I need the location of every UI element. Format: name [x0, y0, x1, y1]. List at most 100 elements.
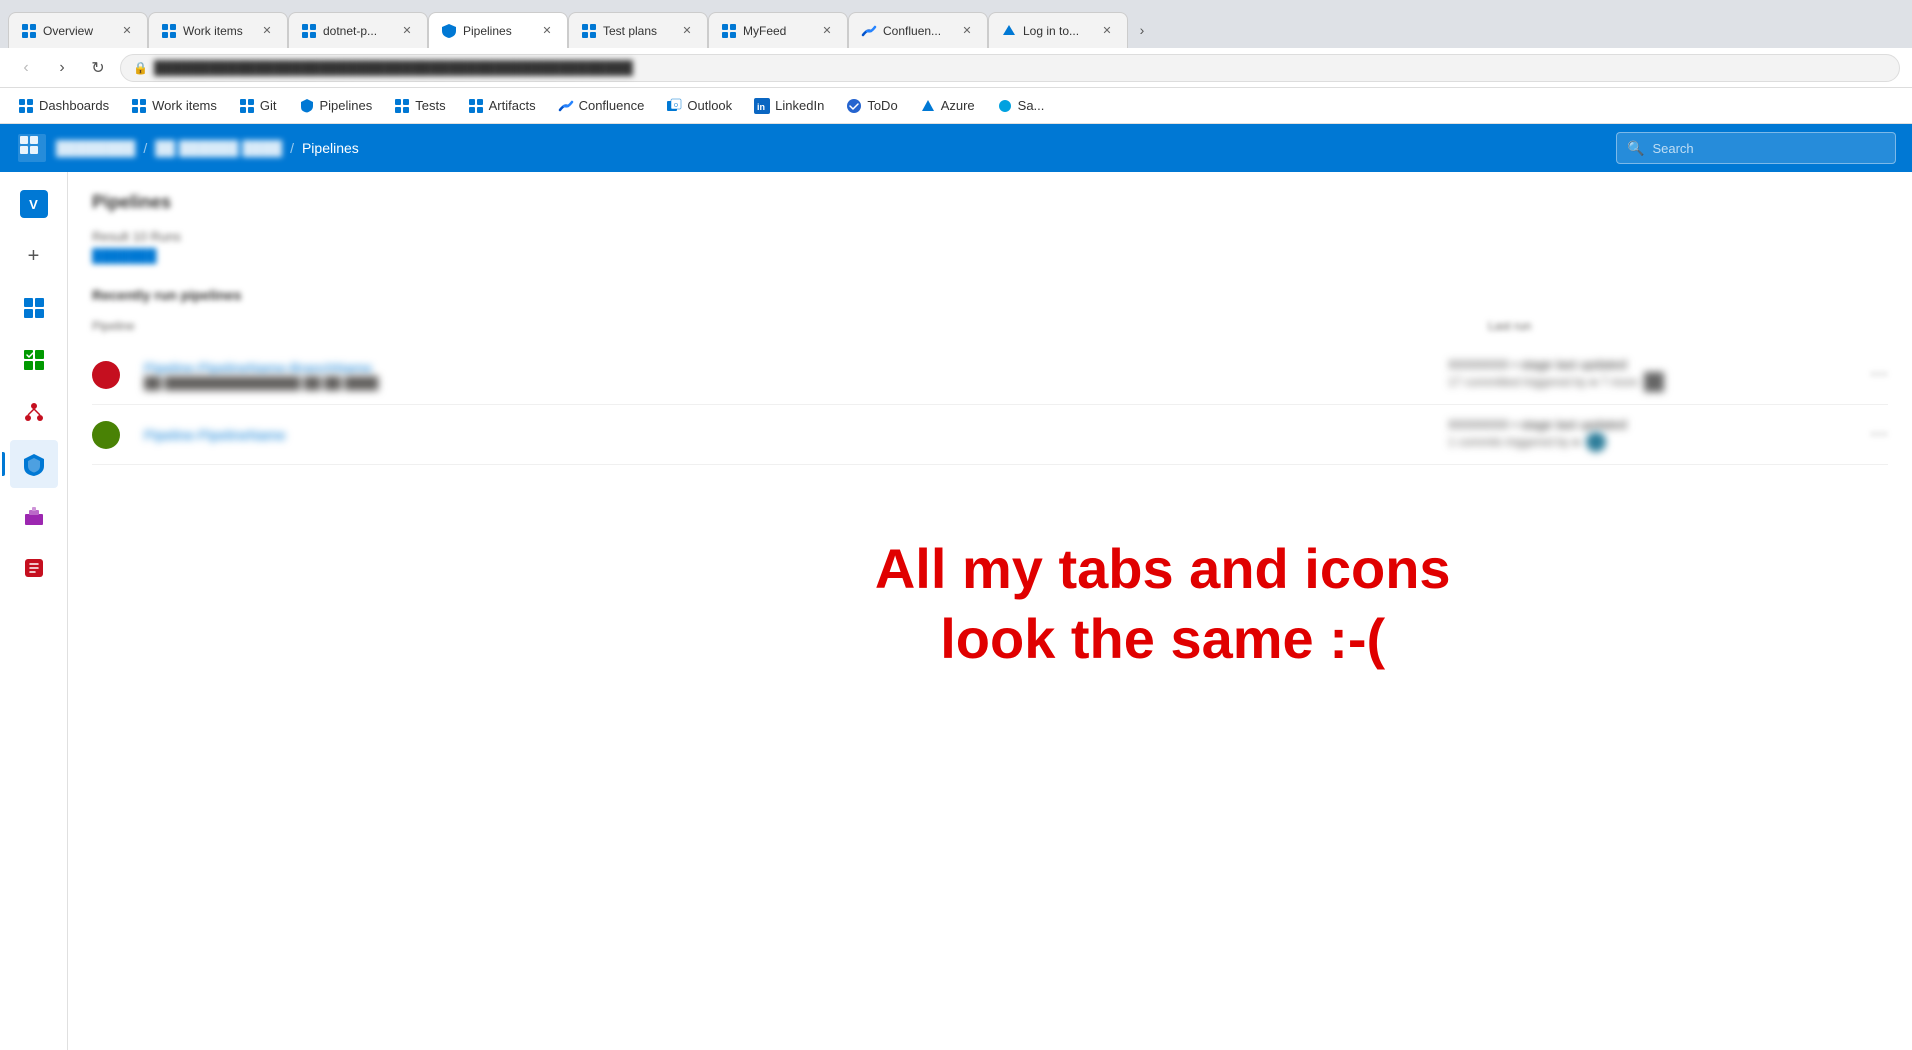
- bookmark-pipelines[interactable]: Pipelines: [289, 94, 383, 118]
- tab-pipelines-close[interactable]: ✕: [539, 23, 555, 39]
- reload-button[interactable]: ↻: [84, 54, 112, 82]
- tab-loginto-label: Log in to...: [1023, 24, 1093, 38]
- tab-myfeed-close[interactable]: ✕: [819, 23, 835, 39]
- lock-icon: 🔒: [133, 61, 148, 75]
- sidebar-red[interactable]: [10, 544, 58, 592]
- tab-loginto[interactable]: Log in to... ✕: [988, 12, 1128, 48]
- sidebar: V +: [0, 172, 68, 1050]
- bookmark-sa[interactable]: Sa...: [987, 94, 1055, 118]
- col-pipeline-header: Pipeline: [92, 315, 1488, 337]
- tab-confluence[interactable]: Confluen... ✕: [848, 12, 988, 48]
- tab-testplans-label: Test plans: [603, 24, 673, 38]
- bookmark-dashboards-label: Dashboards: [39, 98, 109, 113]
- bookmark-artifacts[interactable]: Artifacts: [458, 94, 546, 118]
- tab-dotnet[interactable]: dotnet-p... ✕: [288, 12, 428, 48]
- tab-overview[interactable]: Overview ✕: [8, 12, 148, 48]
- filter-link[interactable]: ███████: [92, 248, 1888, 263]
- pipeline-column-headers: Pipeline Last run: [92, 315, 1888, 337]
- bookmark-outlook[interactable]: O Outlook: [656, 94, 742, 118]
- tab-overview-label: Overview: [43, 24, 113, 38]
- col-lastrun-header: Last run: [1488, 315, 1888, 337]
- repos-icon: [22, 400, 46, 424]
- bookmark-workitems-label: Work items: [152, 98, 217, 113]
- tab-dotnet-label: dotnet-p...: [323, 24, 393, 38]
- tab-workitems-close[interactable]: ✕: [259, 23, 275, 39]
- tab-workitems[interactable]: Work items ✕: [148, 12, 288, 48]
- sidebar-boards[interactable]: [10, 284, 58, 332]
- overlay-message: All my tabs and icons look the same :-(: [875, 534, 1451, 674]
- bookmarks-bar: Dashboards Work items Git Pipelines Test…: [0, 88, 1912, 124]
- overlay-line1: All my tabs and icons: [875, 534, 1451, 604]
- svg-text:O: O: [674, 103, 678, 109]
- boards-icon: [22, 296, 46, 320]
- pipeline-last-run-title-2: XXXXXXX • stage last updated: [1448, 417, 1848, 432]
- tab-testplans-close[interactable]: ✕: [679, 23, 695, 39]
- sidebar-pipelines[interactable]: [10, 440, 58, 488]
- content-area: Pipelines Result 10 Runs ███████ Recentl…: [68, 172, 1912, 485]
- bookmark-azure-label: Azure: [941, 98, 975, 113]
- overlay-line2: look the same :-(: [875, 604, 1451, 674]
- breadcrumb-sep1: /: [143, 140, 147, 156]
- ado-topnav: ████████ / ██ ██████ ████ / Pipelines 🔍 …: [0, 124, 1912, 172]
- forward-button[interactable]: ›: [48, 54, 76, 82]
- tab-myfeed[interactable]: MyFeed ✕: [708, 12, 848, 48]
- bookmark-linkedin[interactable]: in LinkedIn: [744, 94, 834, 118]
- breadcrumb-project[interactable]: ██ ██████ ████: [155, 140, 282, 156]
- bookmark-dashboards[interactable]: Dashboards: [8, 94, 119, 118]
- url-text: ████████████████████████████████████████…: [154, 60, 633, 75]
- tab-myfeed-label: MyFeed: [743, 24, 813, 38]
- pipeline-row: Pipeline-PipelineName-BranchName ██ ████…: [92, 345, 1888, 405]
- bookmark-tests[interactable]: Tests: [384, 94, 455, 118]
- pipeline-last-run-title-1: XXXXXXX • stage last updated: [1448, 357, 1848, 372]
- tab-pipelines-label: Pipelines: [463, 24, 533, 38]
- pipeline-icon-1: [92, 361, 120, 389]
- tab-overview-close[interactable]: ✕: [119, 23, 135, 39]
- sidebar-repos[interactable]: [10, 388, 58, 436]
- bookmark-git-label: Git: [260, 98, 277, 113]
- tab-confluence-label: Confluen...: [883, 24, 953, 38]
- bookmark-workitems[interactable]: Work items: [121, 94, 227, 118]
- pipeline-name-2[interactable]: Pipeline-PipelineName: [144, 427, 286, 443]
- testplans-icon: [22, 348, 46, 372]
- bookmark-artifacts-label: Artifacts: [489, 98, 536, 113]
- ado-search-box[interactable]: 🔍 Search: [1616, 132, 1896, 164]
- pipeline-actions-1: ⋯: [1848, 364, 1888, 385]
- more-tabs-button[interactable]: ›: [1128, 12, 1156, 48]
- result-count: Result 10 Runs: [92, 229, 1888, 244]
- bookmark-confluence[interactable]: Confluence: [548, 94, 655, 118]
- tab-workitems-label: Work items: [183, 24, 253, 38]
- sidebar-artifacts[interactable]: [10, 492, 58, 540]
- pipeline-right-1: XXXXXXX • stage last updated 17 committe…: [1448, 357, 1848, 392]
- pipeline-last-run-meta-1: 17 committed triggered by ● 7 more: [1448, 372, 1848, 392]
- sidebar-testplans[interactable]: [10, 336, 58, 384]
- pipeline-name-1[interactable]: Pipeline-PipelineName-BranchName: [144, 360, 378, 376]
- bookmark-outlook-label: Outlook: [687, 98, 732, 113]
- pipeline-row-2: Pipeline-PipelineName XXXXXXX • stage la…: [92, 405, 1888, 465]
- bookmark-todo[interactable]: ToDo: [836, 94, 907, 118]
- breadcrumb-current: Pipelines: [302, 140, 359, 156]
- tab-testplans[interactable]: Test plans ✕: [568, 12, 708, 48]
- sidebar-add[interactable]: +: [10, 232, 58, 280]
- main-layout: V +: [0, 172, 1912, 1050]
- url-bar[interactable]: 🔒 ██████████████████████████████████████…: [120, 54, 1900, 82]
- sidebar-avatar[interactable]: V: [10, 180, 58, 228]
- ado-logo[interactable]: [16, 132, 48, 164]
- tab-loginto-close[interactable]: ✕: [1099, 23, 1115, 39]
- bookmark-todo-label: ToDo: [867, 98, 897, 113]
- pipelines-icon: [22, 452, 46, 476]
- tab-pipelines[interactable]: Pipelines ✕: [428, 12, 568, 48]
- svg-text:in: in: [757, 102, 765, 112]
- avatar-1: [1644, 372, 1664, 392]
- bookmark-tests-label: Tests: [415, 98, 445, 113]
- tab-dotnet-close[interactable]: ✕: [399, 23, 415, 39]
- browser-tab-bar: Overview ✕ Work items ✕ dotnet-p... ✕ Pi…: [0, 0, 1912, 48]
- bookmark-git[interactable]: Git: [229, 94, 287, 118]
- breadcrumb-org[interactable]: ████████: [56, 140, 135, 156]
- breadcrumb-sep2: /: [290, 140, 294, 156]
- bookmark-azure[interactable]: Azure: [910, 94, 985, 118]
- back-button[interactable]: ‹: [12, 54, 40, 82]
- add-icon: +: [28, 245, 40, 268]
- red-icon: [22, 556, 46, 580]
- tab-confluence-close[interactable]: ✕: [959, 23, 975, 39]
- search-placeholder: Search: [1652, 141, 1693, 156]
